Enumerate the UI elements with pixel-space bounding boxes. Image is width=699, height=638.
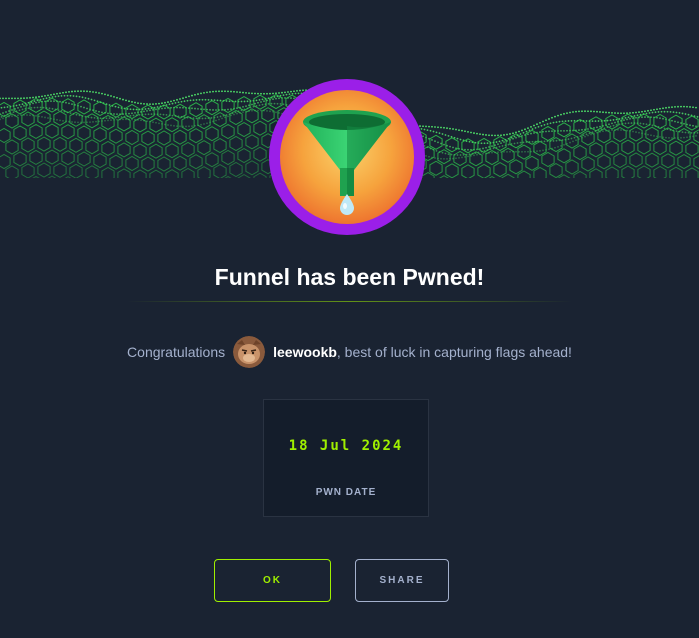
congrats-suffix: , best of luck in capturing flags ahead!: [336, 344, 572, 360]
pwn-date-card: 18 Jul 2024 PWN DATE: [263, 399, 429, 517]
share-button[interactable]: SHARE: [355, 559, 449, 602]
pwn-date-value: 18 Jul 2024: [288, 438, 404, 454]
machine-badge: [268, 78, 426, 236]
title-divider: [127, 301, 572, 302]
pwned-title: Funnel has been Pwned!: [214, 264, 485, 290]
congrats-message: Congratulations leewookb , best of luck …: [0, 335, 699, 369]
congrats-prefix: Congratulations: [127, 344, 226, 360]
pwn-date-label: PWN DATE: [315, 487, 377, 498]
user-avatar: [233, 336, 266, 368]
ok-button[interactable]: OK: [214, 559, 331, 602]
username[interactable]: leewookb: [273, 344, 337, 360]
funnel-icon: [269, 79, 425, 235]
pwned-modal: Funnel has been Pwned! Congratulations l…: [0, 0, 699, 638]
